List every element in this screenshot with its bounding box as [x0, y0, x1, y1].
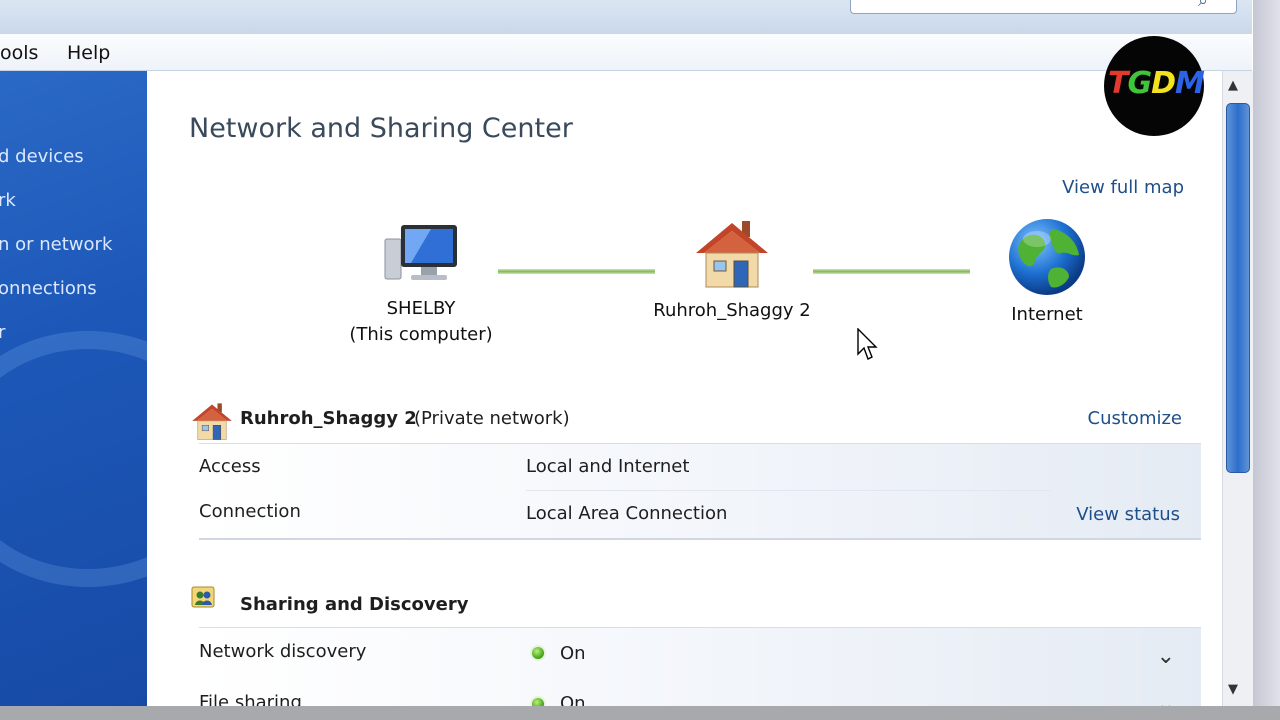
mouse-cursor-icon [857, 328, 878, 360]
connection-label: Connection [199, 501, 301, 522]
window-edge [1253, 0, 1280, 720]
status-on-icon [532, 647, 544, 659]
nav-link-connections[interactable]: onnections [0, 278, 97, 299]
watermark-logo-text: TGDM [1108, 66, 1205, 101]
nav-link-other[interactable]: r [0, 322, 5, 343]
internet-node-name: Internet [1011, 304, 1083, 325]
left-nav-pane: d devices rk n or network onnections r [0, 71, 147, 711]
nav-link-connection-or-network[interactable]: n or network [0, 234, 112, 255]
row-divider [526, 490, 1051, 491]
scroll-up-arrow-icon[interactable]: ▲ [1228, 78, 1238, 93]
sharing-icon [191, 586, 215, 608]
menu-help[interactable]: Help [67, 42, 110, 64]
map-node-network[interactable]: Ruhroh_Shaggy 2 [647, 217, 817, 324]
customize-link[interactable]: Customize [1088, 408, 1182, 429]
scrollbar-thumb[interactable] [1226, 103, 1250, 473]
network-discovery-label: Network discovery [199, 641, 367, 662]
chevron-down-icon[interactable]: ⌄ [1157, 644, 1175, 669]
network-discovery-value: On [560, 643, 586, 664]
menu-tools[interactable]: ools [0, 42, 38, 64]
network-header: Ruhroh_Shaggy 2 (Private network) Custom… [189, 401, 1182, 441]
house-icon [192, 403, 232, 440]
search-input[interactable] [850, 0, 1237, 14]
main-content: Network and Sharing Center View full map… [148, 71, 1222, 711]
sharing-panel: Network discovery On ⌄ File sharing On ⌄ [199, 627, 1201, 711]
house-icon [696, 221, 768, 288]
connection-line-1 [498, 269, 655, 274]
map-node-computer[interactable]: SHELBY (This computer) [346, 221, 496, 348]
computer-subtitle: (This computer) [349, 324, 493, 345]
computer-icon [384, 225, 457, 280]
decorative-swoosh [0, 331, 147, 587]
view-status-link[interactable]: View status [1076, 504, 1180, 525]
sharing-header: Sharing and Discovery [189, 584, 1182, 624]
connection-line-2 [813, 269, 970, 274]
page-title: Network and Sharing Center [189, 113, 573, 144]
connection-value[interactable]: Local Area Connection [526, 503, 727, 524]
network-name: Ruhroh_Shaggy 2 [240, 408, 417, 429]
nav-link-network[interactable]: rk [0, 190, 16, 211]
globe-icon [1009, 219, 1085, 295]
search-icon[interactable]: ⌕ [1198, 0, 1208, 11]
network-node-name: Ruhroh_Shaggy 2 [653, 300, 811, 321]
view-full-map-link[interactable]: View full map [1062, 177, 1184, 198]
sharing-title: Sharing and Discovery [240, 594, 469, 615]
access-label: Access [199, 456, 261, 477]
computer-name: SHELBY [386, 298, 456, 319]
nav-link-devices[interactable]: d devices [0, 146, 84, 167]
menu-bar: ools Help [0, 34, 1252, 71]
scroll-down-arrow-icon[interactable]: ▼ [1228, 682, 1238, 697]
taskbar-edge [0, 706, 1280, 720]
network-type: (Private network) [414, 408, 570, 429]
map-node-internet[interactable]: Internet [982, 217, 1112, 328]
network-info-panel: Access Local and Internet Connection Loc… [199, 443, 1201, 540]
access-value: Local and Internet [526, 456, 690, 477]
